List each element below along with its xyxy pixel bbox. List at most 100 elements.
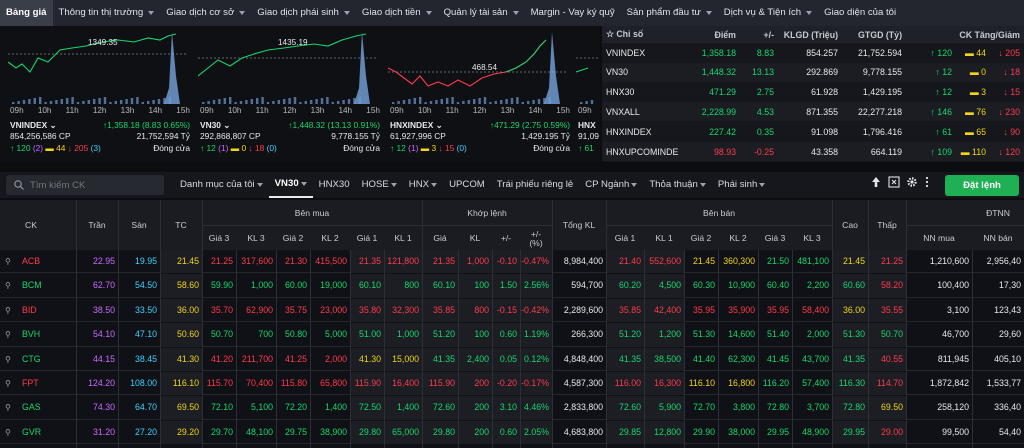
index-row-value: 2.75 <box>756 87 774 98</box>
mini-chart-vnindex[interactable]: 1349.35 09h 10h 11h 12h 13h 14h 15h VNINDEX ⌄ ↑1,… <box>4 26 190 162</box>
mini-chart-vn30[interactable]: 1435.19 09h 10h 11h 12h 13h 14h 15h VN30 ⌄ ↑1,448… <box>194 26 380 162</box>
tab-label: UPCOM <box>449 179 485 190</box>
stock-symbol[interactable]: BCM <box>22 274 42 297</box>
col-gia2: Giá 2 <box>282 233 304 243</box>
tab-phái-sinh[interactable]: Phái sinh <box>712 172 771 198</box>
index-row[interactable]: VN30 1,448.32 13.13 292.869 9,778.155 ↑ 12 ▬ 0… <box>602 62 1024 82</box>
time-tick: 12h <box>472 106 487 115</box>
nav-item-3[interactable]: Giao dịch phái sinh <box>251 0 356 26</box>
col-skl1: KL 1 <box>655 233 673 243</box>
time-tick: 09h <box>390 106 404 115</box>
search-box[interactable] <box>6 175 164 195</box>
cell-sgia3: 21.50 <box>766 256 789 266</box>
volume-bar <box>49 101 53 104</box>
cell-tran: 54.10 <box>92 329 115 340</box>
nav-item-6[interactable]: Margin - Vay ký quỹ <box>525 0 621 26</box>
cell-nnmua: 811,945 <box>937 353 969 364</box>
tab-hnx30[interactable]: HNX30 <box>313 172 356 198</box>
cell-nnban: 2,956,40 <box>986 256 1021 266</box>
cell-skl3: 2,200 <box>806 280 829 291</box>
table-row[interactable]: ⚲ BID 38.50 33.50 36.00 35.70 62,900 35.75 23,00… <box>0 298 1024 323</box>
index-row-value: -0.25 <box>753 146 774 157</box>
cell-nnban: 29,60 <box>998 329 1021 340</box>
pin-icon[interactable]: ⚲ <box>5 348 11 371</box>
place-order-button[interactable]: Đặt lệnh <box>945 175 1019 196</box>
index-row-value: 871.355 <box>806 106 838 117</box>
advancers: ↑ 146 <box>930 106 952 117</box>
nav-item-label: Margin - Vay ký quỹ <box>530 7 615 18</box>
index-row[interactable]: VNINDEX 1,358.18 8.83 854.257 21,752.594 ↑ 12… <box>602 43 1024 62</box>
pin-icon[interactable]: ⚲ <box>5 421 11 444</box>
table-row[interactable]: ⚲ ACB 22.95 19.95 21.45 21.25 317,600 21.30 415,… <box>0 250 1024 274</box>
tab-cp-ngành[interactable]: CP Ngành <box>579 172 643 198</box>
tab-hose[interactable]: HOSE <box>356 172 403 198</box>
cell-sgia1: 51.20 <box>606 323 644 347</box>
index-line-3: ↑ 120 (2) ▬ 44 ↓ 205 (3) Đóng cửa <box>10 143 190 153</box>
pin-icon[interactable]: ⚲ <box>5 250 11 273</box>
cell-mkl: 100 <box>458 274 492 298</box>
tab-vn30[interactable]: VN30 <box>268 172 313 198</box>
nav-item-1[interactable]: Thông tin thị trường <box>53 0 161 26</box>
nav-item-label: Giao dịch tiền <box>361 7 421 18</box>
header-group-divider <box>906 225 1024 226</box>
decliners: ↓ 18 <box>1003 67 1020 78</box>
stock-symbol[interactable]: CTG <box>22 348 41 371</box>
pin-icon[interactable]: ⚲ <box>5 396 11 419</box>
table-row[interactable]: ⚲ CTG 44.15 38.45 41.30 41.20 211,700 41.25 2,00… <box>0 347 1024 371</box>
time-tick: 14h <box>528 106 543 115</box>
tab-trái-phiếu-riêng-lẻ[interactable]: Trái phiếu riêng lẻ <box>491 172 579 198</box>
pin-icon[interactable]: ⚲ <box>5 323 11 346</box>
volume-bar <box>66 98 69 104</box>
index-row-value: 471.29 <box>709 87 736 98</box>
arrow-up-icon[interactable] <box>870 176 882 188</box>
tab-danh-mục-của-tôi[interactable]: Danh mục của tôi <box>174 172 269 198</box>
nav-item-4[interactable]: Giao dịch tiền <box>356 0 438 26</box>
index-row[interactable]: VNXALL 2,228.99 4.53 871.355 22,277.218 ↑ 146… <box>602 102 1024 122</box>
stock-symbol[interactable]: GVR <box>22 421 41 444</box>
cell-nnban: 405,10 <box>994 353 1021 364</box>
stock-symbol[interactable]: ACB <box>22 250 40 273</box>
tab-thỏa-thuận[interactable]: Thỏa thuận <box>643 172 712 198</box>
search-input[interactable] <box>30 179 150 191</box>
more-icon[interactable] <box>924 176 930 188</box>
index-row[interactable]: HNX30 471.29 2.75 61.928 1,429.195 ↑ 12 ▬ 3 ↓ 1… <box>602 83 1024 102</box>
table-row[interactable]: ⚲ GVR 31.20 27.20 29.20 29.70 48,100 29.75 38,90… <box>0 420 1024 445</box>
pin-icon[interactable]: ⚲ <box>5 274 11 297</box>
table-row[interactable]: ⚲ BCM 62.70 54.50 58.60 59.90 1,000 60.00 19,000… <box>0 274 1024 298</box>
index-line-2: 854,256,586 CP 21,752,594 Tỷ <box>10 131 190 141</box>
stock-symbol[interactable]: BID <box>22 299 37 322</box>
col-tran: Trần <box>88 220 106 230</box>
index-row[interactable]: HNXUPCOMINDE 98.93 -0.25 43.358 664.119 ↑ 109… <box>602 142 1024 161</box>
export-icon[interactable] <box>888 176 900 188</box>
cell-skl1: 12,800 <box>644 420 684 445</box>
nav-item-2[interactable]: Giao dịch cơ sở <box>160 0 251 26</box>
table-row[interactable]: ⚲ BVH 54.10 47.10 50.60 50.70 700 50.80 5,000 51.… <box>0 323 1024 347</box>
stock-symbol[interactable]: FPT <box>22 372 39 395</box>
index-row[interactable]: HNXINDEX 227.42 0.35 91.098 1,796.416 ↑ 61 ▬ 6… <box>602 122 1024 141</box>
pin-icon[interactable]: ⚲ <box>5 372 11 395</box>
nav-item-8[interactable]: Dịch vụ & Tiện ích <box>718 0 818 26</box>
cell-gia1: 60.10 <box>350 274 384 298</box>
chevron-down-icon <box>390 183 397 187</box>
mini-chart-hnxindex[interactable]: 468.54 09h 10h 11h 12h 13h 14h 15h HNXINDEX ⌄ ↑47… <box>384 26 570 162</box>
mini-chart-hnx[interactable]: 09h HNX 91,09 ↑ 61 <box>572 26 600 162</box>
nav-item-9[interactable]: Giao diện của tôi <box>818 0 902 26</box>
nav-item-7[interactable]: Sản phẩm đầu tư <box>621 0 718 26</box>
tab-label: Phái sinh <box>717 179 758 190</box>
pin-icon[interactable]: ⚲ <box>5 299 11 322</box>
nav-item-5[interactable]: Quản lý tài sản <box>438 0 525 26</box>
stock-symbol[interactable]: GAS <box>22 396 41 419</box>
gear-icon[interactable] <box>906 176 918 188</box>
volume-bar <box>548 97 551 104</box>
volume-bar <box>315 99 318 104</box>
table-row[interactable]: ⚲ GAS 74.30 64.70 69.50 72.10 5,100 72.20 1,400 7… <box>0 396 1024 420</box>
nav-item-0[interactable]: Bảng giá <box>0 0 53 26</box>
table-row[interactable]: ⚲ FPT 124.20 108.00 116.10 115.70 70,400 115.80… <box>0 372 1024 396</box>
cell-mpct: -0.47% <box>520 250 552 274</box>
volume-bar <box>337 101 340 104</box>
volume-bar <box>326 97 329 104</box>
tab-upcom[interactable]: UPCOM <box>443 172 491 198</box>
cell-san: 19.95 <box>134 256 157 266</box>
stock-symbol[interactable]: BVH <box>22 323 40 346</box>
tab-hnx[interactable]: HNX <box>403 172 443 198</box>
